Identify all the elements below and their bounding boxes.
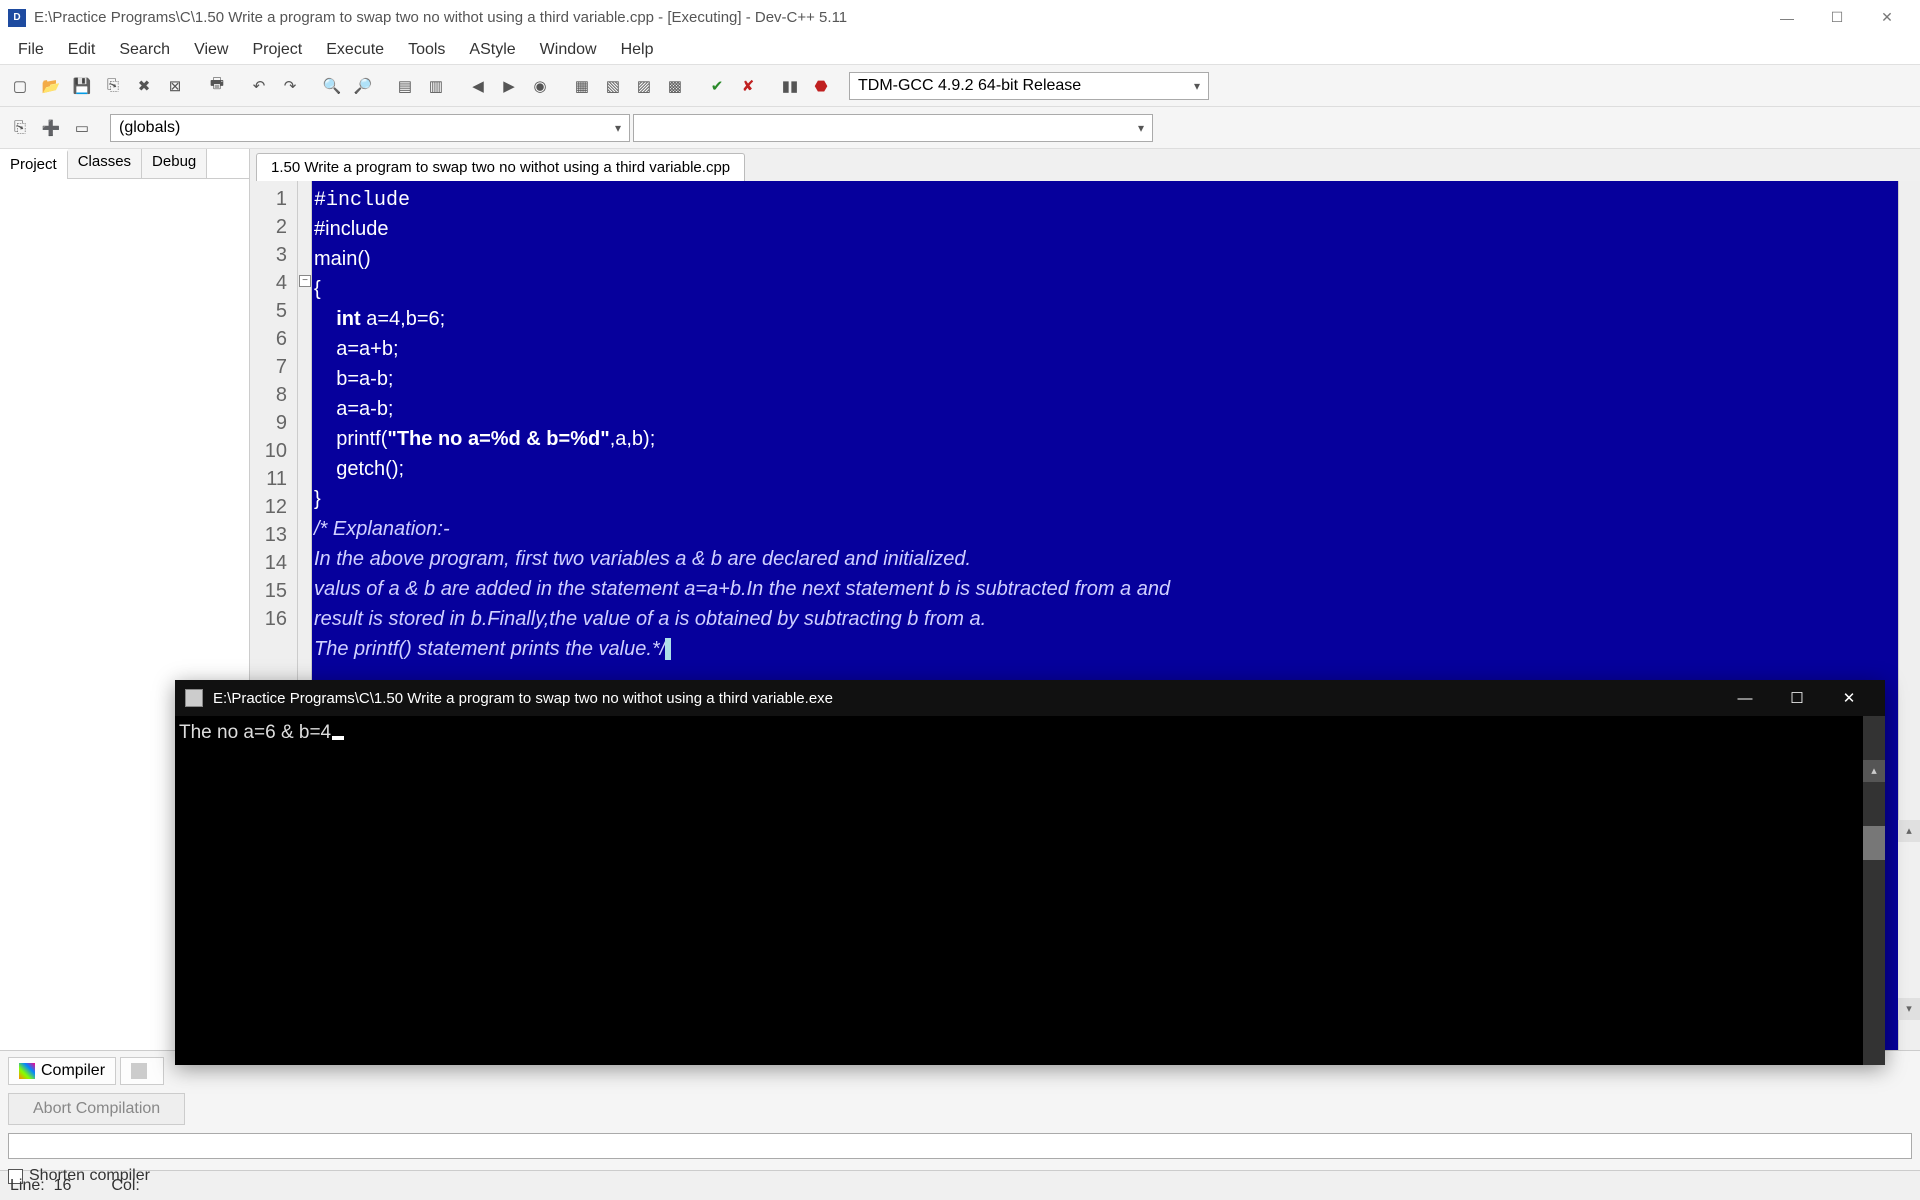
breakpoint-icon[interactable]: ◉ xyxy=(526,72,554,100)
new-file-icon[interactable]: ▢ xyxy=(6,72,34,100)
file-tab[interactable]: 1.50 Write a program to swap two no with… xyxy=(256,153,745,181)
menu-astyle[interactable]: AStyle xyxy=(457,37,527,63)
layout-grid4-icon[interactable]: ▩ xyxy=(661,72,689,100)
insert-file-icon[interactable]: ⎘ xyxy=(6,114,34,142)
compiler-tab[interactable]: Compiler xyxy=(8,1057,116,1085)
scroll-up-icon[interactable]: ▴ xyxy=(1898,820,1920,842)
status-line-label: Line: xyxy=(10,1177,45,1194)
scroll-thumb[interactable] xyxy=(1863,826,1885,860)
redo-icon[interactable]: ↷ xyxy=(276,72,304,100)
add-to-project-icon[interactable]: ➕ xyxy=(37,114,65,142)
console-icon xyxy=(185,689,203,707)
menu-help[interactable]: Help xyxy=(609,37,666,63)
toolbar-primary: ▢ 📂 💾 ⎘ ✖ ⊠ 🖶 ↶ ↷ 🔍 🔎 ▤ ▥ ◀ ▶ ◉ ▦ ▧ ▨ ▩ … xyxy=(0,65,1920,107)
sidebar-tab-project[interactable]: Project xyxy=(0,150,68,179)
profile-icon[interactable]: ▮▮ xyxy=(776,72,804,100)
chevron-down-icon: ▾ xyxy=(1138,121,1144,135)
status-col-label: Col: xyxy=(111,1177,139,1195)
file-tab-bar: 1.50 Write a program to swap two no with… xyxy=(250,149,1920,181)
filter-input[interactable] xyxy=(8,1133,1912,1159)
compile-error-icon[interactable]: ✘ xyxy=(734,72,762,100)
window-title: E:\Practice Programs\C\1.50 Write a prog… xyxy=(34,9,1762,26)
bottom-panel: Compiler Abort Compilation Shorten compi… xyxy=(0,1050,1920,1170)
scroll-down-icon[interactable]: ▾ xyxy=(1898,998,1920,1020)
fold-toggle-icon[interactable]: − xyxy=(299,275,311,287)
minimize-button[interactable]: — xyxy=(1762,2,1812,34)
menu-project[interactable]: Project xyxy=(240,37,314,63)
layout-grid1-icon[interactable]: ▦ xyxy=(568,72,596,100)
save-icon[interactable]: 💾 xyxy=(68,72,96,100)
maximize-button[interactable]: ☐ xyxy=(1812,2,1862,34)
console-minimize-button[interactable]: — xyxy=(1719,682,1771,714)
menu-tools[interactable]: Tools xyxy=(396,37,457,63)
layout-grid2-icon[interactable]: ▧ xyxy=(599,72,627,100)
chevron-down-icon: ▾ xyxy=(1194,79,1200,93)
sidebar-tab-debug[interactable]: Debug xyxy=(142,149,207,178)
title-bar: D E:\Practice Programs\C\1.50 Write a pr… xyxy=(0,0,1920,35)
scroll-up-icon[interactable]: ▴ xyxy=(1863,760,1885,782)
symbols-select[interactable]: ▾ xyxy=(633,114,1153,142)
menu-view[interactable]: View xyxy=(182,37,240,63)
bookmark-toggle-icon[interactable]: ▤ xyxy=(391,72,419,100)
close-file-icon[interactable]: ✖ xyxy=(130,72,158,100)
save-all-icon[interactable]: ⎘ xyxy=(99,72,127,100)
sidebar-tabs: ProjectClassesDebug xyxy=(0,149,249,179)
app-icon: D xyxy=(8,9,26,27)
console-titlebar[interactable]: E:\Practice Programs\C\1.50 Write a prog… xyxy=(175,680,1885,716)
menu-file[interactable]: File xyxy=(6,37,56,63)
abort-compilation-button[interactable]: Abort Compilation xyxy=(8,1093,185,1125)
menu-window[interactable]: Window xyxy=(528,37,609,63)
grid-icon xyxy=(19,1063,35,1079)
console-window: E:\Practice Programs\C\1.50 Write a prog… xyxy=(175,680,1885,1065)
resources-tab[interactable] xyxy=(120,1057,164,1085)
compiler-select[interactable]: TDM-GCC 4.9.2 64-bit Release ▾ xyxy=(849,72,1209,100)
debug-bug-icon[interactable]: ⬣ xyxy=(807,72,835,100)
menu-execute[interactable]: Execute xyxy=(314,37,396,63)
chevron-down-icon: ▾ xyxy=(615,121,621,135)
console-close-button[interactable]: ✕ xyxy=(1823,682,1875,714)
compile-check-icon[interactable]: ✔ xyxy=(703,72,731,100)
outer-scrollbar[interactable]: ▴ ▾ xyxy=(1898,820,1920,1020)
bookmark-goto-icon[interactable]: ▥ xyxy=(422,72,450,100)
status-bar: Line: 16 Col: xyxy=(0,1170,1920,1200)
menu-search[interactable]: Search xyxy=(107,37,182,63)
close-all-icon[interactable]: ⊠ xyxy=(161,72,189,100)
status-line-value: 16 xyxy=(54,1177,72,1194)
nav-back-icon[interactable]: ◀ xyxy=(464,72,492,100)
nav-forward-icon[interactable]: ▶ xyxy=(495,72,523,100)
cursor-icon xyxy=(332,736,344,740)
replace-icon[interactable]: 🔎 xyxy=(349,72,377,100)
close-button[interactable]: ✕ xyxy=(1862,2,1912,34)
globals-select[interactable]: (globals) ▾ xyxy=(110,114,630,142)
remove-from-project-icon[interactable]: ▭ xyxy=(68,114,96,142)
console-output-text: The no a=6 & b=4 xyxy=(179,722,331,743)
open-file-icon[interactable]: 📂 xyxy=(37,72,65,100)
menu-bar: FileEditSearchViewProjectExecuteToolsASt… xyxy=(0,35,1920,65)
console-scrollbar[interactable]: ▴ xyxy=(1863,716,1885,1065)
undo-icon[interactable]: ↶ xyxy=(245,72,273,100)
compiler-tab-label: Compiler xyxy=(41,1062,105,1080)
globals-select-value: (globals) xyxy=(119,119,180,137)
toolbar-secondary: ⎘ ➕ ▭ (globals) ▾ ▾ xyxy=(0,107,1920,149)
stack-icon xyxy=(131,1063,147,1079)
console-title-text: E:\Practice Programs\C\1.50 Write a prog… xyxy=(213,690,1719,707)
console-maximize-button[interactable]: ☐ xyxy=(1771,682,1823,714)
console-output[interactable]: The no a=6 & b=4 ▴ xyxy=(175,716,1885,1065)
compiler-select-value: TDM-GCC 4.9.2 64-bit Release xyxy=(858,77,1081,95)
sidebar-tab-classes[interactable]: Classes xyxy=(68,149,142,178)
find-icon[interactable]: 🔍 xyxy=(318,72,346,100)
print-icon[interactable]: 🖶 xyxy=(203,72,231,100)
layout-grid3-icon[interactable]: ▨ xyxy=(630,72,658,100)
menu-edit[interactable]: Edit xyxy=(56,37,108,63)
